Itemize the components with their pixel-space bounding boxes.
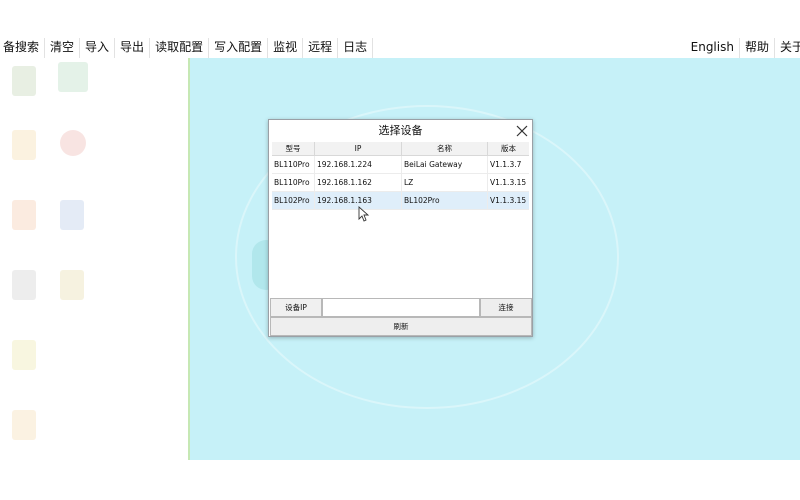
cell-ip: 192.168.1.224 bbox=[315, 156, 402, 173]
faded-desktop-icon bbox=[12, 200, 36, 230]
dialog-titlebar: 选择设备 bbox=[269, 120, 532, 142]
table-row[interactable]: BL110Pro 192.168.1.224 BeiLai Gateway V1… bbox=[272, 156, 529, 174]
menu-about[interactable]: 关于 bbox=[775, 38, 800, 58]
device-table: 型号 IP 名称 版本 BL110Pro 192.168.1.224 BeiLa… bbox=[272, 142, 529, 210]
faded-desktop-icon bbox=[60, 270, 84, 300]
cell-version: V1.1.3.7 bbox=[490, 160, 522, 169]
faded-desktop-icon bbox=[58, 62, 88, 92]
menu-left-group: 备搜索 清空 导入 导出 读取配置 写入配置 监视 远程 日志 bbox=[0, 38, 374, 58]
menu-right-group: English 帮助 关于 bbox=[686, 38, 800, 58]
cell-version: V1.1.3.15 bbox=[490, 178, 527, 187]
device-ip-label: 设备IP bbox=[270, 298, 322, 317]
menu-device-search[interactable]: 备搜索 bbox=[0, 38, 46, 58]
column-header-version[interactable]: 版本 bbox=[488, 142, 529, 155]
mouse-cursor-icon bbox=[358, 206, 370, 222]
device-tree-panel bbox=[0, 58, 190, 460]
faded-desktop-icon bbox=[12, 410, 36, 440]
refresh-button[interactable]: 刷新 bbox=[270, 317, 532, 336]
faded-desktop-icon bbox=[12, 270, 36, 300]
top-blank-area bbox=[0, 0, 800, 38]
cell-model: BL110Pro bbox=[272, 174, 315, 191]
cell-model: BL110Pro bbox=[272, 156, 315, 173]
cell-name: LZ bbox=[402, 174, 488, 191]
dialog-title: 选择设备 bbox=[378, 124, 423, 137]
faded-desktop-icon bbox=[60, 130, 86, 156]
menu-read-config[interactable]: 读取配置 bbox=[150, 38, 210, 58]
bottom-blank-area bbox=[0, 460, 800, 500]
faded-desktop-icon bbox=[60, 200, 84, 230]
menu-monitor[interactable]: 监视 bbox=[268, 38, 304, 58]
table-header: 型号 IP 名称 版本 bbox=[272, 142, 529, 156]
faded-desktop-icon bbox=[12, 130, 36, 160]
table-row[interactable]: BL110Pro 192.168.1.162 LZ V1.1.3.15 bbox=[272, 174, 529, 192]
cell-name: BL102Pro bbox=[402, 192, 488, 209]
cell-version: V1.1.3.15 bbox=[490, 196, 527, 205]
table-row-selected[interactable]: BL102Pro 192.168.1.163 BL102Pro V1.1.3.1… bbox=[272, 192, 529, 210]
device-ip-input[interactable] bbox=[322, 298, 480, 317]
select-device-dialog: 选择设备 型号 IP 名称 版本 BL110Pro 192.168.1.224 … bbox=[268, 119, 533, 337]
column-header-model[interactable]: 型号 bbox=[272, 142, 315, 155]
menu-write-config[interactable]: 写入配置 bbox=[209, 38, 269, 58]
menu-help[interactable]: 帮助 bbox=[740, 38, 775, 58]
faded-desktop-icon bbox=[12, 340, 36, 370]
menu-import[interactable]: 导入 bbox=[80, 38, 116, 58]
close-icon[interactable] bbox=[514, 123, 530, 139]
faded-desktop-icon bbox=[12, 66, 36, 96]
menu-remote[interactable]: 远程 bbox=[303, 38, 339, 58]
cell-ip: 192.168.1.162 bbox=[315, 174, 402, 191]
menu-export[interactable]: 导出 bbox=[115, 38, 151, 58]
column-header-ip[interactable]: IP bbox=[315, 142, 402, 155]
cell-name: BeiLai Gateway bbox=[402, 156, 488, 173]
menu-english[interactable]: English bbox=[686, 38, 740, 58]
menu-log[interactable]: 日志 bbox=[338, 38, 374, 58]
menu-bar: 备搜索 清空 导入 导出 读取配置 写入配置 监视 远程 日志 English … bbox=[0, 38, 800, 58]
device-ip-row: 设备IP 连接 bbox=[270, 298, 532, 317]
column-header-name[interactable]: 名称 bbox=[402, 142, 488, 155]
connect-button[interactable]: 连接 bbox=[480, 298, 532, 317]
cell-model: BL102Pro bbox=[272, 192, 315, 209]
menu-clear[interactable]: 清空 bbox=[45, 38, 81, 58]
